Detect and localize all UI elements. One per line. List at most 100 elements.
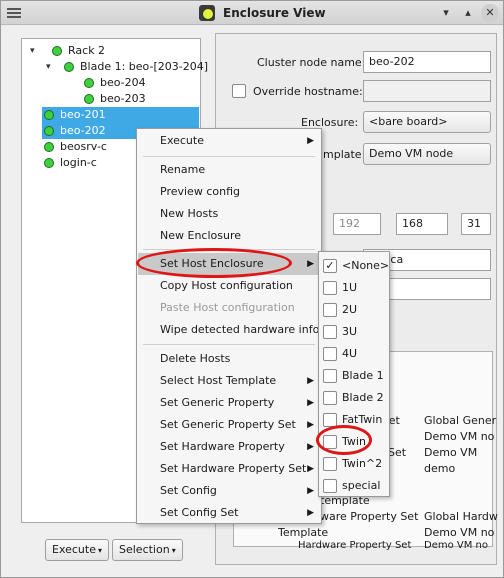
submenu-arrow-icon: ▶: [307, 259, 314, 269]
menu-item-rename[interactable]: Rename: [138, 159, 320, 181]
status-ok-icon: [44, 126, 54, 136]
submenu-arrow-icon: ▶: [307, 464, 314, 474]
grid-cell: Global Gener: [424, 414, 497, 427]
menu-item-label: Execute: [160, 134, 204, 147]
menu-item-copy-host-configuration[interactable]: Copy Host configuration: [138, 275, 320, 297]
menu-item-label: Set Config: [160, 484, 217, 497]
menu-item-set-host-enclosure[interactable]: Set Host Enclosure ▶: [138, 253, 320, 275]
menu-item-set-generic-property-set[interactable]: Set Generic Property Set ▶: [138, 414, 320, 436]
ip-octet-3[interactable]: 31: [461, 213, 491, 235]
grid-cell: Template: [278, 526, 329, 539]
override-hostname-checkbox[interactable]: [232, 84, 246, 98]
status-ok-icon: [84, 78, 94, 88]
expand-icon[interactable]: ▾: [46, 59, 56, 75]
option-label: 1U: [342, 281, 358, 294]
checkbox-icon: [323, 435, 337, 449]
enclosure-option-special[interactable]: special: [319, 475, 389, 497]
menu-item-select-host-template[interactable]: Select Host Template ▶: [138, 370, 320, 392]
app-icon: [199, 5, 215, 21]
menu-item-preview-config[interactable]: Preview config: [138, 181, 320, 203]
submenu-arrow-icon: ▶: [307, 376, 314, 386]
grid-cell: demo: [424, 462, 456, 475]
ip-octet-2[interactable]: 168: [396, 213, 448, 235]
submenu-arrow-icon: ▶: [307, 508, 314, 518]
enclosure-option-blade-1[interactable]: Blade 1: [319, 365, 389, 387]
menu-item-execute[interactable]: Execute ▶: [138, 130, 320, 152]
option-label: 2U: [342, 303, 358, 316]
selection-button[interactable]: Selection ▾: [112, 539, 183, 561]
tree-node-label: beo-204: [100, 76, 146, 89]
enclosure-option-1u[interactable]: 1U: [319, 277, 389, 299]
menu-item-label: Select Host Template: [160, 374, 277, 387]
menu-item-label: Set Generic Property Set: [160, 418, 296, 431]
enclosure-combo[interactable]: <bare board>: [363, 111, 491, 133]
enclosure-view-window: Enclosure View ▾ ▴ ✕ ▾ Rack 2 ▾ Blade 1:…: [0, 0, 504, 578]
grid-cell: Demo VM: [424, 446, 478, 459]
menu-item-set-generic-property[interactable]: Set Generic Property ▶: [138, 392, 320, 414]
tree-node-label: beo-201: [60, 108, 106, 121]
submenu-arrow-icon: ▶: [307, 398, 314, 408]
menu-item-delete-hosts[interactable]: Delete Hosts: [138, 348, 320, 370]
override-hostname-field[interactable]: [363, 80, 491, 102]
checkbox-icon: [323, 281, 337, 295]
checkbox-icon: [323, 391, 337, 405]
menu-item-set-config-set[interactable]: Set Config Set ▶: [138, 502, 320, 524]
tree-node-label: login-c: [60, 156, 97, 169]
maximize-icon[interactable]: ▴: [459, 4, 477, 22]
cluster-node-name-field[interactable]: beo-202: [363, 51, 491, 73]
tree-node-beo-204[interactable]: beo-204: [84, 75, 184, 91]
menu-item-new-hosts[interactable]: New Hosts: [138, 203, 320, 225]
tree-node-rack[interactable]: ▾ Rack 2: [30, 43, 200, 59]
tree-node-label: Rack 2: [68, 44, 106, 57]
enclosure-option-blade-2[interactable]: Blade 2: [319, 387, 389, 409]
selection-button-label: Selection: [119, 543, 170, 556]
checkbox-icon: [323, 479, 337, 493]
grid-cell: Demo VM no: [424, 540, 488, 551]
enclosure-option-twin2[interactable]: Twin^2: [319, 453, 389, 475]
dropdown-icon: ▾: [171, 546, 176, 555]
status-ok-icon: [44, 110, 54, 120]
execute-button-label: Execute: [52, 543, 96, 556]
enclosure-option-twin[interactable]: Twin: [319, 431, 389, 453]
menu-item-wipe-hardware-infos[interactable]: Wipe detected hardware infos: [138, 319, 325, 341]
tree-node-beo-203[interactable]: beo-203: [84, 91, 184, 107]
checkbox-icon: [323, 369, 337, 383]
enclosure-option-none[interactable]: ✓ <None>: [319, 255, 389, 277]
option-label: 3U: [342, 325, 358, 338]
enclosure-option-fattwin[interactable]: FatTwin: [319, 409, 389, 431]
window-menu-icon[interactable]: [7, 6, 21, 20]
tree-node-label: Blade 1: beo-[203-204]: [80, 60, 208, 73]
menu-item-set-config[interactable]: Set Config ▶: [138, 480, 320, 502]
enclosure-submenu: ✓ <None> 1U 2U 3U 4U Blade 1 Blade 2 FatT…: [318, 251, 390, 497]
menu-item-new-enclosure[interactable]: New Enclosure: [138, 225, 320, 247]
menu-item-set-hardware-property-set[interactable]: Set Hardware Property Set ▶: [138, 458, 320, 480]
enclosure-option-4u[interactable]: 4U: [319, 343, 389, 365]
expand-icon[interactable]: ▾: [30, 43, 40, 59]
status-ok-icon: [64, 62, 74, 72]
grid-cell: Hardware Property Set: [298, 540, 412, 551]
option-label: FatTwin: [342, 413, 383, 426]
submenu-arrow-icon: ▶: [307, 442, 314, 452]
title-bar: Enclosure View ▾ ▴ ✕: [1, 1, 503, 25]
minimize-icon[interactable]: ▾: [437, 4, 455, 22]
option-label: special: [342, 479, 381, 492]
enclosure-option-2u[interactable]: 2U: [319, 299, 389, 321]
template-combo[interactable]: Demo VM node: [363, 143, 491, 165]
host-context-menu: Execute ▶ Rename Preview config New Hosts…: [136, 128, 325, 524]
menu-separator: [143, 156, 315, 157]
execute-button[interactable]: Execute ▾: [45, 539, 110, 561]
tree-node-beo-201[interactable]: beo-201: [42, 107, 199, 123]
menu-separator: [143, 344, 315, 345]
option-label: Twin: [342, 435, 366, 448]
checkbox-icon: [323, 413, 337, 427]
tree-node-blade[interactable]: ▾ Blade 1: beo-[203-204]: [46, 59, 208, 75]
checkbox-icon: [323, 457, 337, 471]
window-title: Enclosure View: [223, 6, 326, 20]
menu-item-set-hardware-property[interactable]: Set Hardware Property ▶: [138, 436, 320, 458]
close-icon[interactable]: ✕: [481, 4, 499, 22]
status-ok-icon: [52, 46, 62, 56]
grid-cell: Set: [388, 446, 407, 459]
checkbox-icon: [323, 303, 337, 317]
enclosure-option-3u[interactable]: 3U: [319, 321, 389, 343]
ip-octet-1[interactable]: 192: [333, 213, 381, 235]
